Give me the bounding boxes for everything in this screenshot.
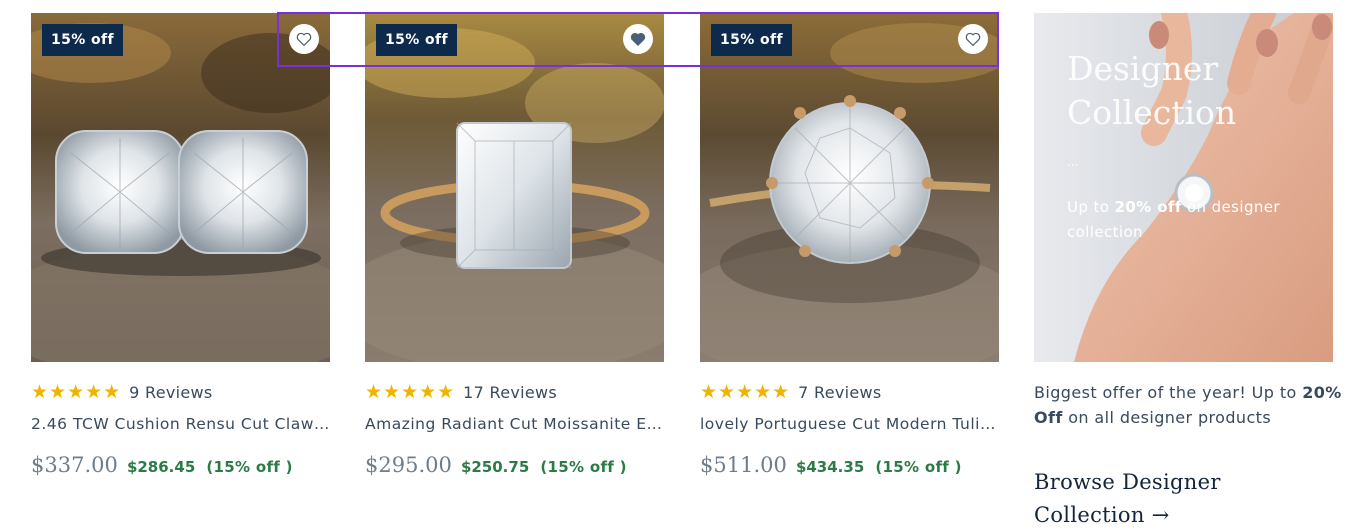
ring-photo bbox=[31, 13, 330, 362]
promo-text-bold: 20% off bbox=[1114, 198, 1182, 216]
product-title[interactable]: 2.46 TCW Cushion Rensu Cut Claw … bbox=[31, 415, 330, 433]
star-rating: ★★★★★ bbox=[700, 381, 791, 403]
review-count[interactable]: 17 Reviews bbox=[463, 383, 557, 402]
heart-filled-icon bbox=[630, 32, 646, 47]
original-price: $511.00 bbox=[700, 453, 787, 477]
wishlist-button[interactable] bbox=[623, 24, 653, 54]
promo-title-line: Designer bbox=[1067, 49, 1219, 88]
star-rating: ★★★★★ bbox=[365, 381, 456, 403]
designer-collection-banner[interactable]: Designer Collection ... Up to 20% off on… bbox=[1034, 13, 1333, 362]
price-row: $337.00 $286.45 (15% off ) bbox=[31, 453, 293, 477]
product-title[interactable]: lovely Portuguese Cut Modern Tuli… bbox=[700, 415, 999, 433]
discount-badge: 15% off bbox=[376, 24, 457, 56]
product-card[interactable]: 15% off ★★★★★ 17 Reviews Amazing Radiant… bbox=[365, 13, 664, 477]
promo-dots: ... bbox=[1067, 155, 1079, 169]
review-count[interactable]: 7 Reviews bbox=[798, 383, 881, 402]
sale-price: $286.45 bbox=[126, 458, 196, 476]
ring-photo bbox=[700, 13, 999, 362]
wishlist-button[interactable] bbox=[958, 24, 988, 54]
review-count[interactable]: 9 Reviews bbox=[129, 383, 212, 402]
rating: ★★★★★ 7 Reviews bbox=[700, 379, 882, 405]
sale-price: $250.75 bbox=[460, 458, 530, 476]
promo-title: Designer Collection bbox=[1067, 47, 1236, 135]
price-row: $295.00 $250.75 (15% off ) bbox=[365, 453, 627, 477]
rating: ★★★★★ 17 Reviews bbox=[365, 379, 557, 405]
discount-badge: 15% off bbox=[711, 24, 792, 56]
browse-designer-link[interactable]: Browse Designer Collection → bbox=[1034, 466, 1334, 532]
arrow-right-icon: → bbox=[1151, 503, 1170, 527]
product-title[interactable]: Amazing Radiant Cut Moissanite E… bbox=[365, 415, 664, 433]
heart-outline-icon bbox=[296, 32, 312, 47]
offer-text: on all designer products bbox=[1062, 408, 1272, 427]
rating: ★★★★★ 9 Reviews bbox=[31, 379, 213, 405]
discount-text: (15% off ) bbox=[540, 458, 627, 476]
heart-outline-icon bbox=[965, 32, 981, 47]
price-row: $511.00 $434.35 (15% off ) bbox=[700, 453, 962, 477]
discount-badge: 15% off bbox=[42, 24, 123, 56]
sale-price: $434.35 bbox=[795, 458, 865, 476]
product-card[interactable]: 15% off ★★★★★ 9 Reviews 2.46 TCW Cushion… bbox=[31, 13, 330, 477]
star-rating: ★★★★★ bbox=[31, 381, 122, 403]
promo-text-part: Up to bbox=[1067, 198, 1115, 216]
discount-text: (15% off ) bbox=[206, 458, 293, 476]
offer-description: Biggest offer of the year! Up to 20% Off… bbox=[1034, 380, 1344, 430]
product-image[interactable]: 15% off bbox=[700, 13, 999, 362]
wishlist-button[interactable] bbox=[289, 24, 319, 54]
promo-text: Up to 20% off on designer collection bbox=[1067, 195, 1307, 245]
original-price: $295.00 bbox=[365, 453, 452, 477]
product-card[interactable]: 15% off ★★★★★ 7 Reviews lovely Portugues… bbox=[700, 13, 999, 477]
product-image[interactable]: 15% off bbox=[365, 13, 664, 362]
discount-text: (15% off ) bbox=[875, 458, 962, 476]
promo-title-line: Collection bbox=[1067, 93, 1237, 132]
browse-link-line[interactable]: Browse Designer bbox=[1034, 466, 1334, 499]
browse-link-line[interactable]: Collection bbox=[1034, 503, 1145, 527]
ring-photo bbox=[365, 13, 664, 362]
product-image[interactable]: 15% off bbox=[31, 13, 330, 362]
original-price: $337.00 bbox=[31, 453, 118, 477]
offer-text: Biggest offer of the year! Up to bbox=[1034, 383, 1303, 402]
